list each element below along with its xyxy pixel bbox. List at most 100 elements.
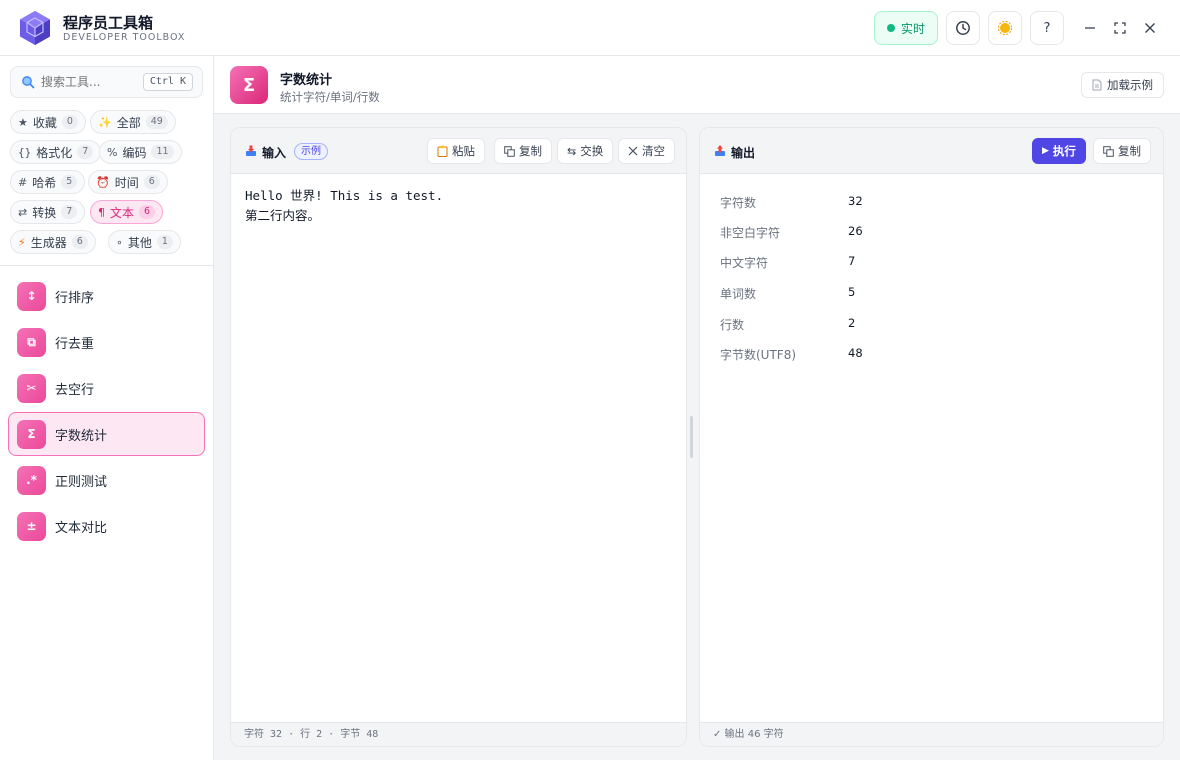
category-count: 49 [145,115,168,129]
category-chip-time[interactable]: ⏰ 时间 6 [88,170,168,194]
category-label: 转换 [32,205,57,220]
history-icon [956,21,970,35]
search-box[interactable]: Ctrl K [10,66,203,98]
tool-item-remove-empty-lines[interactable]: ✂ 去空行 [8,366,205,410]
input-label: 输入 [262,146,287,160]
input-panel: 输入 示例 粘贴 复制 ⇆ 交换 清空 Hello 世界! This is a … [230,127,687,747]
category-chip-hash[interactable]: # 哈希 5 [10,170,86,194]
category-chip-all[interactable]: ✨ 全部 49 [90,110,176,134]
paste-button[interactable]: 粘贴 [427,138,485,164]
outbox-tray-icon [715,145,725,156]
tool-item-line-sort[interactable]: ↕ 行排序 [8,274,205,318]
help-button[interactable]: ? [1030,11,1064,45]
input-textarea[interactable]: Hello 世界! This is a test. 第二行内容。 [245,186,665,226]
sidebar-divider [0,265,213,266]
minimize-button[interactable] [1080,18,1100,38]
stat-label: 非空白字符 [720,226,781,240]
panel-resize-handle[interactable] [690,416,693,458]
play-icon: ▶ [1042,146,1049,156]
stat-value: 2 [848,316,856,330]
load-example-button[interactable]: 加载示例 [1081,72,1164,98]
category-chip-generator[interactable]: ⚡ 生成器 6 [10,230,96,254]
maximize-icon [1114,22,1126,34]
paste-label: 粘贴 [452,144,475,158]
sparkle-icon: ✨ [98,115,112,129]
theme-toggle-button[interactable] [988,11,1022,45]
stat-row: 单词数 5 [720,285,1020,303]
category-count: 7 [77,145,94,159]
swap-button[interactable]: ⇆ 交换 [557,138,614,164]
swap-arrows-icon: ⇆ [567,144,577,158]
category-label: 生成器 [30,235,67,250]
sigma-icon: Σ [17,419,46,449]
stat-row: 字符数 32 [720,194,1020,212]
close-button[interactable] [1140,18,1160,38]
category-count: 5 [61,175,78,189]
category-chip-format[interactable]: {} 格式化 7 [10,140,102,164]
run-button[interactable]: ▶ 执行 [1032,138,1086,164]
category-count: 6 [139,205,156,219]
stat-label: 字节数(UTF8) [720,348,797,362]
sample-badge: 示例 [294,143,328,160]
lightning-icon: ⚡ [18,235,26,249]
category-chip-convert[interactable]: ⇄ 转换 7 [10,200,86,224]
output-status-bar: ✓ 输出 46 字符 [700,722,1163,746]
clear-button[interactable]: 清空 [618,138,675,164]
dedupe-icon: ⧉ [17,327,46,357]
live-status-dot-icon [886,24,895,32]
copy-label: 复制 [1118,144,1141,158]
live-toggle-button[interactable]: 实时 [874,11,938,45]
category-label: 编码 [122,145,147,160]
maximize-button[interactable] [1110,18,1130,38]
sidebar: Ctrl K ★ 收藏 0 ✨ 全部 49 {} 格式化 7 % 编码 11 #… [0,56,214,760]
app-subtitle: DEVELOPER TOOLBOX [63,32,186,43]
stat-value: 32 [848,194,863,208]
category-count: 11 [151,145,174,159]
app-title: 程序员工具箱 [63,14,154,32]
category-count: 1 [156,235,173,249]
category-label: 文本 [110,205,135,220]
category-chip-text[interactable]: ¶ 文本 6 [90,200,164,224]
tool-header: Σ 字数统计 统计字符/单词/行数 加载示例 [214,56,1180,114]
copy-label: 复制 [519,144,542,158]
search-icon [22,76,35,89]
search-input[interactable] [41,75,137,89]
document-icon [1092,79,1102,91]
regex-icon: .* [17,465,46,495]
tool-item-word-count[interactable]: Σ 字数统计 [8,412,205,456]
inbox-tray-icon [246,145,256,156]
category-count: 7 [61,205,78,219]
output-panel-header: 输出 ▶ 执行 复制 [700,128,1163,174]
input-status-bar: 字符 32 · 行 2 · 字节 48 [231,722,686,746]
tool-item-text-diff[interactable]: ± 文本对比 [8,504,205,548]
category-chip-other[interactable]: ∘ 其他 1 [108,230,181,254]
stat-value: 48 [848,346,863,360]
stat-row: 行数 2 [720,316,1020,334]
copy-input-button[interactable]: 复制 [494,138,552,164]
stat-label: 字符数 [720,196,757,210]
swap-arrows-icon: ⇄ [18,205,28,219]
tool-item-line-dedupe[interactable]: ⧉ 行去重 [8,320,205,364]
history-button[interactable] [946,11,980,45]
stat-value: 5 [848,285,856,299]
category-chip-favorites[interactable]: ★ 收藏 0 [10,110,86,134]
category-chip-encode[interactable]: % 编码 11 [99,140,182,164]
hash-icon: # [18,175,28,189]
tool-label: 文本对比 [55,520,108,536]
tool-label: 去空行 [55,382,95,398]
load-example-label: 加载示例 [1107,78,1153,92]
stat-row: 非空白字符 26 [720,224,1020,242]
stat-label: 中文字符 [720,256,769,270]
copy-icon [1103,145,1114,157]
copy-output-button[interactable]: 复制 [1093,138,1151,164]
tool-item-regex-test[interactable]: .* 正则测试 [8,458,205,502]
braces-icon: {} [18,145,32,159]
sun-icon [997,20,1013,36]
category-label: 其他 [127,235,152,250]
page-title: 字数统计 [280,73,333,88]
stat-label: 行数 [720,318,745,332]
output-panel: 输出 ▶ 执行 复制 字符数 32 非空白字符 26 中文字符 7 单词数 5 … [699,127,1164,747]
diff-icon: ± [17,511,46,541]
stat-value: 26 [848,224,863,238]
category-count: 0 [61,115,78,129]
